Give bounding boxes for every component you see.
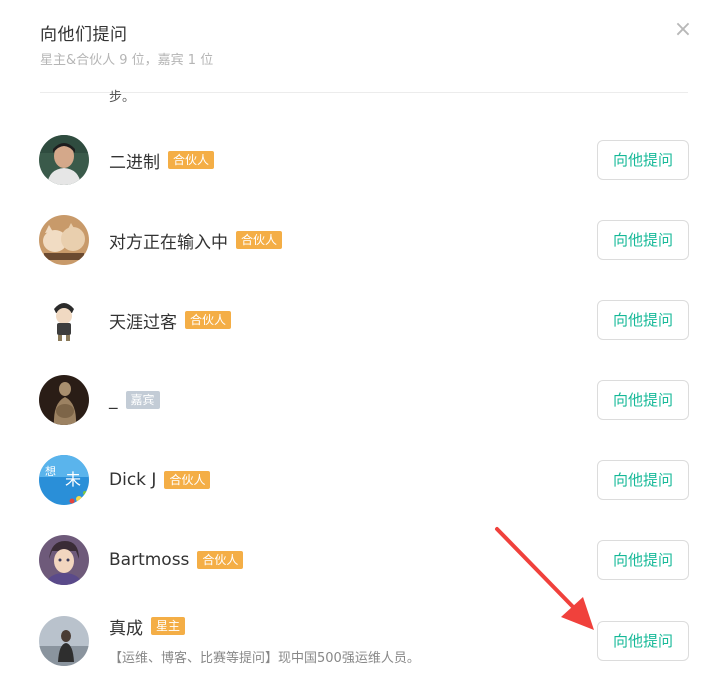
member-name-line: Dick J 合伙人	[109, 468, 211, 492]
header-divider	[40, 92, 688, 93]
svg-text:想: 想	[45, 464, 56, 478]
member-name-line: 天涯过客 合伙人	[109, 308, 232, 333]
member-name-line: Bartmoss 合伙人	[109, 548, 244, 572]
member-row: _ 嘉宾 向他提问	[0, 360, 728, 440]
member-row: 二进制 合伙人 向他提问	[0, 120, 728, 200]
ask-button[interactable]: 向他提问	[597, 300, 689, 340]
ask-button[interactable]: 向他提问	[597, 621, 689, 661]
member-name: Dick J	[109, 470, 157, 490]
photo-avatar-icon	[39, 616, 89, 666]
partner-badge: 合伙人	[197, 551, 244, 569]
cat-avatar-icon	[39, 215, 89, 265]
portrait-icon	[39, 135, 89, 185]
ask-button[interactable]: 向他提问	[597, 220, 689, 260]
dialog-header: 向他们提问 星主&合伙人 9 位，嘉宾 1 位 ×	[0, 0, 728, 93]
member-row: 天涯过客 合伙人 向他提问	[0, 280, 728, 360]
close-icon[interactable]: ×	[671, 18, 695, 42]
partner-badge: 合伙人	[185, 311, 232, 329]
ask-button[interactable]: 向他提问	[597, 380, 689, 420]
svg-text:未: 未	[65, 470, 81, 489]
clipped-description: 步。	[109, 90, 136, 105]
member-name-line: 真成 星主	[109, 614, 186, 639]
member-description: 【运维、博客、比赛等提问】现中国500强运维人员。	[109, 651, 420, 666]
guest-badge: 嘉宾	[125, 391, 160, 409]
member-row: 真成 星主 【运维、博客、比赛等提问】现中国500强运维人员。 向他提问	[0, 600, 728, 680]
member-name: 对方正在输入中	[109, 232, 228, 253]
ask-button[interactable]: 向他提问	[597, 460, 689, 500]
member-name: _	[109, 390, 118, 410]
member-name: 二进制	[109, 152, 160, 173]
member-name: 天涯过客	[109, 312, 177, 333]
partner-badge: 合伙人	[168, 151, 215, 169]
partner-badge: 合伙人	[164, 471, 211, 489]
statue-avatar-icon	[39, 375, 89, 425]
member-name-line: _ 嘉宾	[109, 388, 160, 412]
member-row: 想 未 Dick J 合伙人 向他提问	[0, 440, 728, 520]
member-name: Bartmoss	[109, 550, 190, 570]
cartoon-avatar-icon	[39, 295, 89, 345]
ask-button[interactable]: 向他提问	[597, 540, 689, 580]
member-row: Bartmoss 合伙人 向他提问	[0, 520, 728, 600]
ask-button[interactable]: 向他提问	[597, 140, 689, 180]
member-name-line: 对方正在输入中 合伙人	[109, 228, 283, 253]
member-name: 真成	[109, 618, 143, 639]
member-name-line: 二进制 合伙人	[109, 148, 215, 173]
dialog-subtitle: 星主&合伙人 9 位，嘉宾 1 位	[40, 53, 214, 68]
blue-art-avatar-icon: 想 未	[39, 455, 89, 505]
owner-badge: 星主	[151, 617, 186, 635]
partner-badge: 合伙人	[236, 231, 283, 249]
member-row: 对方正在输入中 合伙人 向他提问	[0, 200, 728, 280]
dialog-title: 向他们提问	[40, 25, 128, 45]
anime-avatar-icon	[39, 535, 89, 585]
